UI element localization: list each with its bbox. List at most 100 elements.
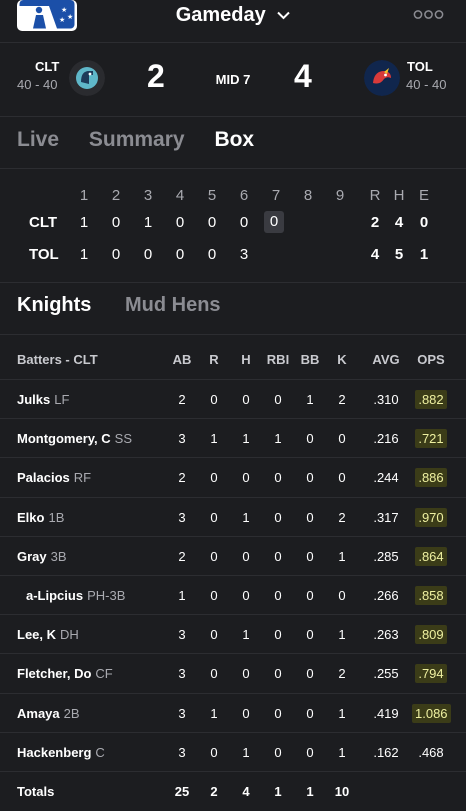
stat-r: 1 xyxy=(210,431,218,447)
batter-row[interactable]: Montgomery, C SS 3 1 1 1 0 0 .216 .721 xyxy=(0,418,466,458)
batter-name-cell[interactable]: Hackenberg C xyxy=(17,745,105,760)
batter-row[interactable]: Hackenberg C 3 0 1 0 0 1 .162 .468 xyxy=(0,731,466,772)
main-tabs: Live Summary Box xyxy=(17,128,278,152)
stat-ab: 2 xyxy=(178,548,186,564)
stat-h: 0 xyxy=(242,470,250,486)
stat-avg: .162 xyxy=(373,744,399,760)
stat-h: 0 xyxy=(242,548,250,564)
divider xyxy=(0,282,466,283)
tab-mud-hens[interactable]: Mud Hens xyxy=(125,294,221,317)
stat-ab: 2 xyxy=(178,392,186,407)
current-inning-score: 0 xyxy=(264,211,284,233)
tab-summary[interactable]: Summary xyxy=(89,128,185,152)
tab-live[interactable]: Live xyxy=(17,128,59,152)
col-rbi: RBI xyxy=(266,352,290,367)
inning-score: 0 xyxy=(175,246,185,263)
batter-position: PH-3B xyxy=(87,588,126,603)
stat-rbi: 0 xyxy=(274,705,282,721)
batter-name-cell[interactable]: Gray 3B xyxy=(17,549,67,564)
inning-score: 0 xyxy=(175,214,185,231)
stat-ops-value: .886 xyxy=(415,468,447,488)
inning-label: 2 xyxy=(111,187,121,204)
stat-avg: .310 xyxy=(373,392,399,407)
inning-label: 9 xyxy=(335,187,345,204)
toledo-mud-hens-logo[interactable] xyxy=(364,60,400,96)
batter-position: LF xyxy=(54,392,70,407)
batter-name-cell[interactable]: Amaya 2B xyxy=(17,706,80,721)
batter-name: Palacios xyxy=(17,470,70,486)
stat-k: 10 xyxy=(334,784,350,799)
stat-rbi: 0 xyxy=(274,470,282,486)
home-score: 4 xyxy=(294,58,312,94)
stat-r: 0 xyxy=(210,627,218,643)
batters-header: Batters - CLT xyxy=(17,352,98,367)
inning-label: 5 xyxy=(207,187,217,204)
batter-name-cell[interactable]: Elko 1B xyxy=(17,510,64,525)
batter-row[interactable]: Lee, K DH 3 0 1 0 0 1 .263 .809 xyxy=(0,614,466,654)
batter-row[interactable]: Elko 1B 3 0 1 0 0 2 .317 .970 xyxy=(0,496,466,537)
batter-name: Fletcher, Do xyxy=(17,666,92,682)
tab-knights[interactable]: Knights xyxy=(17,294,91,317)
batter-name-cell[interactable]: a-Lipcius PH-3B xyxy=(26,588,125,603)
stat-rbi: 1 xyxy=(274,784,282,799)
batter-name-cell[interactable]: Fletcher, Do CF xyxy=(17,666,113,681)
gameday-dropdown[interactable]: Gameday xyxy=(0,4,466,27)
inning-label: 1 xyxy=(79,187,89,204)
box-score-header: Batters - CLT AB R H RBI BB K AVG OPS xyxy=(0,346,466,376)
batter-name-cell[interactable]: Palacios RF xyxy=(17,470,91,485)
batter-name: Lee, K xyxy=(17,627,57,643)
scoreboard: CLT 40 - 40 2 MID 7 4 TOL 40 - 40 xyxy=(0,43,466,115)
stat-bb: 0 xyxy=(306,627,314,643)
stat-ab: 3 xyxy=(178,509,186,525)
batter-name: Gray xyxy=(17,548,47,564)
inning-label: 6 xyxy=(239,187,249,204)
stat-ab: 1 xyxy=(178,588,186,603)
stat-ab: 3 xyxy=(178,431,186,447)
inning-score: 0 xyxy=(143,246,153,263)
batter-row[interactable]: Fletcher, Do CF 3 0 0 0 0 2 .255 .794 xyxy=(0,653,466,693)
stat-bb: 0 xyxy=(306,509,314,525)
top-bar: ★ ★ ★ Gameday xyxy=(0,0,466,43)
stat-rbi: 0 xyxy=(274,548,282,564)
batter-name: Elko xyxy=(17,509,45,525)
stat-bb: 0 xyxy=(306,470,314,486)
batter-name: Montgomery, C xyxy=(17,431,111,447)
batter-position: C xyxy=(95,744,105,760)
stat-ops-value: 1.086 xyxy=(412,703,451,723)
tab-box[interactable]: Box xyxy=(214,128,254,152)
batter-row[interactable]: Gray 3B 2 0 0 0 0 1 .285 .864 xyxy=(0,535,466,576)
batter-position: 3B xyxy=(50,548,67,564)
col-k: K xyxy=(337,352,347,367)
batter-row[interactable]: Julks LF 2 0 0 0 1 2 .310 .882 xyxy=(0,379,466,419)
inning-score: 0 xyxy=(111,214,121,231)
batter-name-cell[interactable]: Montgomery, C SS xyxy=(17,431,132,446)
stat-r: 0 xyxy=(210,509,218,525)
team-runs: 2 xyxy=(370,214,380,231)
batter-row[interactable]: Amaya 2B 3 1 0 0 0 1 .419 1.086 xyxy=(0,692,466,733)
stat-r: 2 xyxy=(210,784,218,799)
stat-bb: 0 xyxy=(306,431,314,447)
stat-h: 1 xyxy=(242,509,250,525)
batter-name-cell[interactable]: Julks LF xyxy=(17,392,69,407)
col-r: R xyxy=(209,352,219,367)
batter-position: CF xyxy=(95,666,113,682)
batter-row[interactable]: a-Lipcius PH-3B 1 0 0 0 0 0 .266 .858 xyxy=(0,575,466,615)
stat-avg: .419 xyxy=(373,705,399,721)
more-dots-icon[interactable] xyxy=(413,8,444,21)
chevron-down-icon xyxy=(277,12,291,20)
batter-name-cell[interactable]: Lee, K DH xyxy=(17,627,79,642)
stat-avg: .216 xyxy=(373,431,399,447)
stat-r: 1 xyxy=(210,705,218,721)
inning-label: 8 xyxy=(303,187,313,204)
stat-ops: 1.086 xyxy=(412,703,451,723)
stat-ops: .809 xyxy=(412,625,450,645)
stat-ops: .858 xyxy=(412,586,450,605)
team-tabs: Knights Mud Hens xyxy=(17,294,249,317)
batter-row[interactable]: Palacios RF 2 0 0 0 0 0 .244 .886 xyxy=(0,457,466,497)
team-hits: 4 xyxy=(394,214,404,231)
stat-ops-value: .468 xyxy=(418,744,444,760)
inning-label: 3 xyxy=(143,187,153,204)
stat-h: 0 xyxy=(242,392,250,407)
stat-bb: 0 xyxy=(306,548,314,564)
stat-avg: .255 xyxy=(373,666,399,682)
